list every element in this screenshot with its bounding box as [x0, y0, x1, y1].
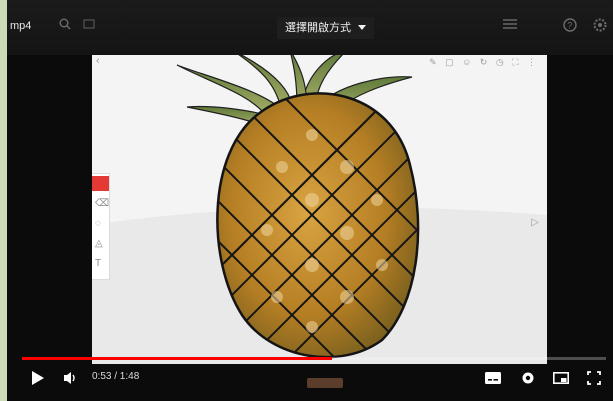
time-display: 0:53 / 1:48 — [92, 371, 140, 382]
miniplayer-icon[interactable] — [553, 366, 569, 390]
progress-fill — [22, 357, 332, 360]
open-with-button[interactable]: 選擇開啟方式 — [277, 17, 375, 39]
svg-text:?: ? — [567, 21, 572, 31]
search-options-icon[interactable] — [83, 18, 95, 33]
pen-tool-button[interactable] — [92, 176, 109, 191]
volume-icon[interactable] — [63, 366, 79, 390]
drawing-canvas[interactable]: ‹ ✎ ▢ ☺ ↻ ◷ ⛶ ⋮ ▷ ⌫ ◌ ◬ T — [92, 55, 547, 364]
seek-thumbnail — [307, 378, 343, 388]
search-icon[interactable] — [59, 18, 71, 33]
file-name: mp4 — [10, 20, 32, 32]
tool-panel: ⌫ ◌ ◬ T — [92, 173, 110, 280]
open-with-label: 選擇開啟方式 — [285, 22, 351, 34]
subtitles-icon[interactable] — [485, 366, 501, 390]
play-icon[interactable] — [31, 366, 45, 390]
caret-down-icon — [358, 17, 367, 39]
lasso-icon[interactable]: ◌ — [95, 218, 101, 229]
eraser-icon[interactable]: ⌫ — [95, 198, 109, 209]
list-icon[interactable] — [503, 18, 517, 33]
text-tool-icon[interactable]: T — [95, 258, 101, 269]
progress-bar[interactable] — [22, 357, 606, 360]
pineapple-image — [92, 55, 547, 364]
fullscreen-icon[interactable] — [587, 366, 601, 390]
next-icon[interactable]: ▷ — [531, 217, 539, 228]
top-bar: mp4 選擇開啟方式 ? — [7, 0, 613, 55]
help-icon[interactable]: ? — [563, 18, 577, 35]
settings-icon[interactable] — [593, 18, 607, 35]
player-settings-icon[interactable] — [521, 366, 535, 390]
fill-icon[interactable]: ◬ — [95, 238, 103, 249]
video-frame[interactable]: mp4 選擇開啟方式 ? ‹ ✎ ▢ ☺ ↻ ◷ ⛶ ⋮ ▷ ⌫ ◌ ◬ T 0… — [7, 0, 613, 401]
